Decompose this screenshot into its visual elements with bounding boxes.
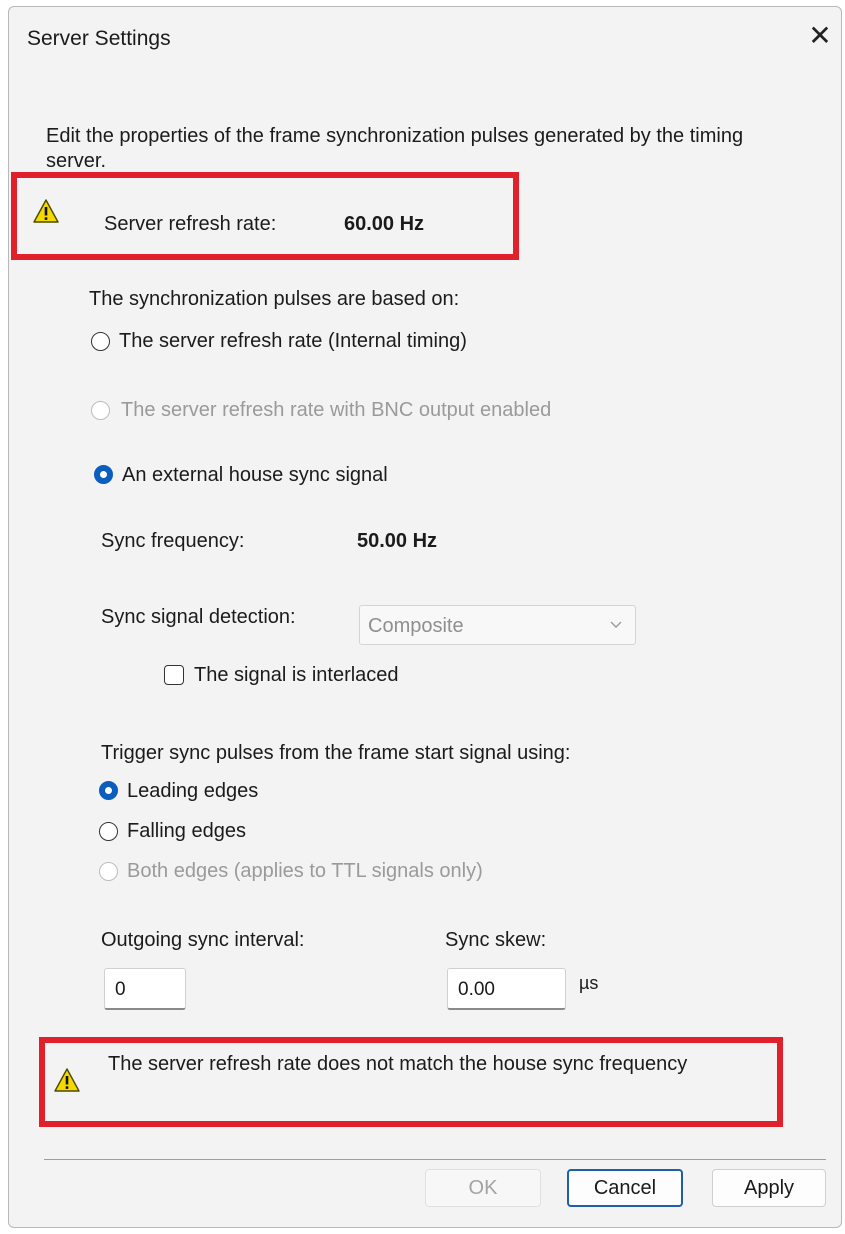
ok-button: OK	[425, 1169, 541, 1207]
radio-internal-timing[interactable]	[91, 332, 110, 351]
warning-icon	[54, 1068, 80, 1092]
outgoing-interval-label: Outgoing sync interval:	[101, 929, 305, 951]
sync-frequency-value: 50.00 Hz	[357, 530, 438, 552]
radio-both-edges-label: Both edges (applies to TTL signals only)	[127, 860, 483, 882]
radio-bnc-output-label: The server refresh rate with BNC output …	[121, 399, 552, 421]
radio-house-sync-label[interactable]: An external house sync signal	[122, 464, 388, 487]
outgoing-interval-input[interactable]: 0	[104, 968, 186, 1010]
warning-icon	[33, 199, 59, 223]
server-settings-dialog: Server Settings ✕ Edit the properties of…	[8, 6, 842, 1228]
sync-detection-select: Composite	[359, 605, 636, 645]
chevron-down-icon	[610, 621, 622, 628]
interlaced-checkbox[interactable]	[164, 665, 184, 685]
radio-house-sync[interactable]	[94, 465, 113, 484]
radio-bnc-output	[91, 401, 110, 420]
trigger-heading: Trigger sync pulses from the frame start…	[101, 742, 571, 764]
dialog-title: Server Settings	[27, 27, 171, 50]
radio-both-edges	[99, 862, 118, 881]
interlaced-label[interactable]: The signal is interlaced	[194, 664, 399, 687]
radio-falling-edges-label[interactable]: Falling edges	[127, 820, 246, 843]
mismatch-warning-text: The server refresh rate does not match t…	[108, 1053, 688, 1075]
dialog-description: Edit the properties of the frame synchro…	[46, 125, 744, 172]
sync-frequency-label: Sync frequency:	[101, 530, 245, 552]
pulses-heading: The synchronization pulses are based on:	[89, 288, 460, 310]
apply-button[interactable]: Apply	[712, 1169, 826, 1207]
button-separator	[44, 1159, 826, 1160]
sync-detection-value: Composite	[368, 615, 464, 637]
radio-leading-edges-label[interactable]: Leading edges	[127, 780, 258, 803]
radio-leading-edges[interactable]	[99, 781, 118, 800]
radio-falling-edges[interactable]	[99, 822, 118, 841]
sync-detection-label: Sync signal detection:	[101, 606, 296, 628]
close-icon[interactable]: ✕	[805, 21, 835, 51]
sync-skew-unit: µs	[579, 973, 599, 993]
radio-internal-timing-label[interactable]: The server refresh rate (Internal timing…	[119, 330, 467, 353]
refresh-rate-label: Server refresh rate:	[104, 213, 277, 235]
cancel-button[interactable]: Cancel	[567, 1169, 683, 1207]
refresh-rate-value: 60.00 Hz	[344, 213, 425, 235]
sync-skew-input[interactable]: 0.00	[447, 968, 566, 1010]
sync-skew-label: Sync skew:	[445, 929, 547, 951]
mismatch-warning-highlight-box	[39, 1037, 783, 1127]
